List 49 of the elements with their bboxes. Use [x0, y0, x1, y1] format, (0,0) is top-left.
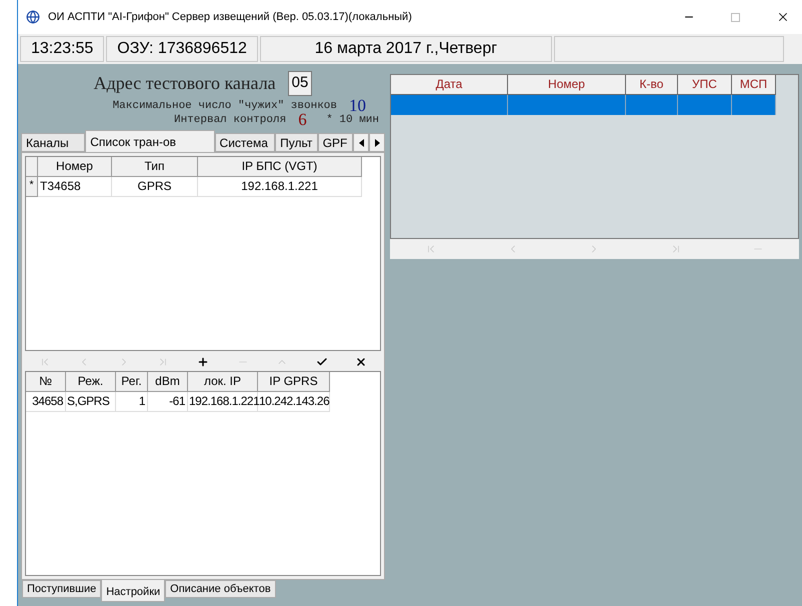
- table-cell: -61: [148, 392, 188, 412]
- table-cell: 192.168.1.221: [188, 392, 258, 412]
- table-cell: 10.242.143.26: [258, 392, 330, 412]
- status-panel: 16 марта 2017 г.,Четверг: [260, 36, 552, 62]
- table-cell: 192.168.1.221: [198, 177, 362, 197]
- column-header: Номер: [508, 75, 626, 95]
- column-header: Рег.: [116, 372, 148, 392]
- tab[interactable]: Система: [214, 133, 276, 152]
- left-triangle-icon: [358, 138, 364, 146]
- test-channel-label: Адрес тестового канала: [94, 72, 276, 95]
- right-triangle-icon: [374, 138, 380, 146]
- test-channel-field[interactable]: 05: [288, 71, 312, 96]
- column-header: К-во: [626, 75, 678, 95]
- table-row[interactable]: [391, 95, 776, 115]
- window-title: ОИ АСПТИ "AI-Грифон" Сервер извещений (Вер. 05.03.17)(локальный): [48, 10, 413, 25]
- table-cell: 34658: [26, 392, 66, 412]
- column-header: лок. IP: [188, 372, 258, 392]
- table-cell: S,GPRS: [66, 392, 116, 412]
- column-header: УПС: [678, 75, 732, 95]
- tab[interactable]: Поступившие: [22, 580, 102, 598]
- interval-unit: * 10 мин: [326, 112, 379, 128]
- table-cell: GPRS: [112, 177, 198, 197]
- tab[interactable]: Список тран-ов: [85, 130, 215, 152]
- row-indicator-header: [26, 157, 38, 177]
- tab-scroll-right-button[interactable]: [369, 133, 385, 152]
- tab-scroll-left-button[interactable]: [353, 133, 369, 152]
- tab[interactable]: Описание объектов: [165, 580, 276, 598]
- tab[interactable]: Пульт: [275, 133, 318, 152]
- column-header: IP БПС (VGT): [198, 157, 362, 177]
- tab[interactable]: Настройки: [101, 580, 166, 602]
- table-cell: T34658: [38, 177, 112, 197]
- column-header: IP GPRS: [258, 372, 330, 392]
- column-header: Номер: [38, 157, 112, 177]
- column-header: Тип: [112, 157, 198, 177]
- table-cell: 1: [116, 392, 148, 412]
- column-header: Реж.: [66, 372, 116, 392]
- close-icon[interactable]: [776, 10, 790, 24]
- status-panel: ОЗУ: 1736896512: [106, 36, 258, 62]
- row-indicator: *: [26, 177, 38, 197]
- column-header: МСП: [732, 75, 776, 95]
- column-header: dBm: [148, 372, 188, 392]
- column-header: Дата: [391, 75, 508, 95]
- interval-label: Интервал контроля: [174, 112, 286, 128]
- status-panel: 13:23:55: [20, 36, 104, 62]
- tab[interactable]: GPF: [318, 133, 353, 152]
- app-globe-icon: [26, 10, 40, 24]
- column-header: №: [26, 372, 66, 392]
- maximize-icon[interactable]: [731, 12, 740, 22]
- tab[interactable]: Каналы: [21, 133, 86, 152]
